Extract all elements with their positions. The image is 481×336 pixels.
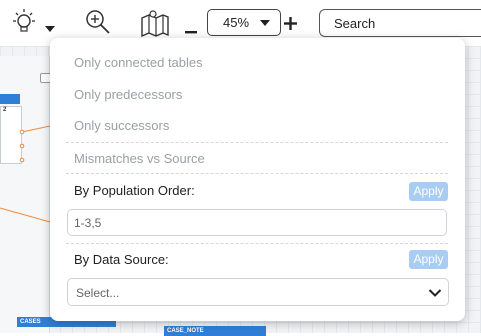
data-source-select-value: Select... — [76, 286, 120, 300]
divider — [66, 142, 448, 143]
node-title: CASES — [20, 319, 41, 325]
data-source-label: By Data Source: — [74, 252, 169, 267]
search-input[interactable]: Search — [319, 9, 481, 37]
zoom-caret-icon — [260, 20, 270, 26]
data-source-select[interactable]: Select... — [67, 278, 449, 306]
zoom-level-select[interactable]: 45% — [207, 9, 281, 36]
caret-down-icon[interactable] — [44, 20, 56, 38]
menu-item-only-successors[interactable]: Only successors — [74, 118, 169, 133]
population-order-input[interactable]: 1-3,5 — [67, 209, 447, 236]
zoom-in-plus-icon[interactable] — [284, 17, 297, 35]
filter-popup: Only connected tables Only predecessors … — [50, 38, 465, 321]
population-order-label: By Population Order: — [74, 183, 195, 198]
left-node-panel: 2 — [0, 56, 50, 333]
data-source-apply-button[interactable]: Apply — [409, 250, 448, 269]
divider — [66, 243, 448, 244]
node-body[interactable]: 2 — [0, 106, 22, 164]
menu-item-only-connected-tables[interactable]: Only connected tables — [74, 55, 203, 70]
menu-item-mismatches-vs-source[interactable]: Mismatches vs Source — [74, 151, 205, 166]
zoom-level-value: 45% — [223, 15, 250, 30]
population-apply-button[interactable]: Apply — [409, 182, 448, 201]
chevron-down-icon — [428, 287, 442, 301]
zoom-in-icon[interactable] — [84, 8, 112, 41]
search-text: Search — [334, 16, 376, 31]
menu-item-only-predecessors[interactable]: Only predecessors — [74, 87, 182, 102]
lightbulb-icon[interactable] — [10, 8, 40, 43]
divider — [66, 173, 448, 174]
node-title: CASE_NOTE — [167, 328, 204, 334]
population-order-value: 1-3,5 — [74, 216, 102, 230]
node-header-case-note[interactable]: CASE_NOTE — [164, 326, 266, 336]
node-header[interactable] — [0, 94, 20, 104]
node-count-label: 2 — [3, 107, 7, 113]
